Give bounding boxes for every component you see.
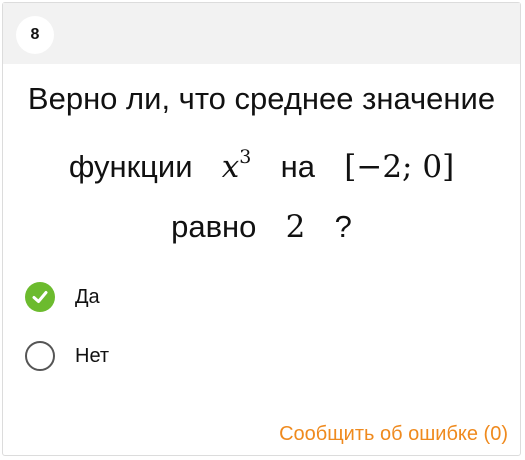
question-text: Верно ли, что среднее значение функции x… bbox=[3, 69, 520, 257]
math-variable: x bbox=[221, 149, 240, 185]
question-word-function: функции bbox=[68, 149, 193, 184]
option-label: Нет bbox=[75, 344, 110, 367]
question-line-1: Верно ли, что среднее значение bbox=[27, 81, 496, 116]
math-interval: [−2; 0] bbox=[344, 149, 455, 185]
question-line-2: функции x3 на [−2; 0] bbox=[3, 128, 520, 197]
question-mark: ? bbox=[334, 209, 352, 244]
question-card: 8 Верно ли, что среднее значение функции… bbox=[2, 2, 521, 456]
question-header: 8 bbox=[3, 3, 520, 64]
radio-empty-icon[interactable] bbox=[25, 341, 55, 371]
question-line-3: равно 2 ? bbox=[3, 197, 520, 257]
question-word-equals: равно bbox=[171, 209, 257, 244]
option-label: Да bbox=[75, 285, 100, 308]
math-value: 2 bbox=[285, 209, 306, 245]
check-circle-icon[interactable] bbox=[25, 282, 55, 312]
option-no[interactable]: Нет bbox=[25, 339, 109, 373]
math-exponent: 3 bbox=[239, 146, 252, 168]
checkmark-icon bbox=[32, 291, 48, 303]
answer-options: Да Нет bbox=[25, 280, 109, 398]
question-word-on: на bbox=[280, 149, 315, 184]
question-number-badge: 8 bbox=[16, 16, 54, 54]
option-yes[interactable]: Да bbox=[25, 280, 109, 314]
report-error-link[interactable]: Сообщить об ошибке (0) bbox=[279, 423, 508, 446]
